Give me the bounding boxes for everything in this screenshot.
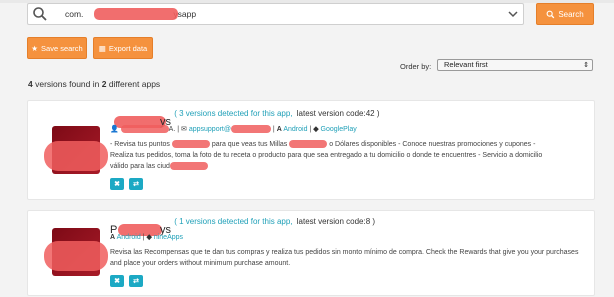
search-button[interactable]: Search xyxy=(536,3,594,25)
export-data-button[interactable]: ▦ Export data xyxy=(93,37,153,59)
search-input[interactable]: com. ysapp xyxy=(27,3,524,25)
store-link[interactable]: nineApps xyxy=(154,234,183,241)
versions-link[interactable]: ( 3 versions detected for this app, xyxy=(174,109,292,118)
table-icon: ▦ xyxy=(98,43,106,53)
search-icon xyxy=(33,7,47,21)
app-meta: A Android | ◆ nineApps xyxy=(110,234,184,241)
store-icon: ◆ xyxy=(313,126,319,133)
store-icon: ◆ xyxy=(146,234,152,241)
app-description: Revisa las Recompensas que te dan tus co… xyxy=(110,249,579,267)
remove-button[interactable]: ✖ xyxy=(110,178,124,190)
redaction-mark xyxy=(44,141,108,171)
export-data-label: Export data xyxy=(108,43,148,53)
save-search-button[interactable]: ★ Save search xyxy=(27,37,87,59)
search-icon xyxy=(546,10,555,18)
versions-link[interactable]: ( 1 versions detected for this app, xyxy=(174,217,292,226)
select-arrows-icon: ⇕ xyxy=(583,62,589,69)
platform-link[interactable]: Android xyxy=(283,126,307,133)
swap-icon: ⇄ xyxy=(133,181,139,188)
save-search-label: Save search xyxy=(41,43,83,53)
swap-icon: ⇄ xyxy=(133,278,139,285)
platform-link[interactable]: Android xyxy=(117,234,141,241)
chevron-down-icon[interactable] xyxy=(505,6,521,22)
redaction-mark xyxy=(94,8,178,20)
app-card: ys ( 3 versions detected for this app, l… xyxy=(27,100,595,200)
latest-version: latest version code:42 ) xyxy=(296,109,380,118)
app-description: - Revisa tus puntos para que veas tus Mi… xyxy=(110,140,543,171)
close-icon: ✖ xyxy=(114,278,120,285)
order-by-value: Relevant first xyxy=(444,60,488,69)
remove-button[interactable]: ✖ xyxy=(110,275,124,287)
results-summary: 4 versions found in 2 different apps xyxy=(28,79,161,89)
mail-icon: ✉ xyxy=(181,126,187,133)
android-icon: A xyxy=(276,126,282,133)
compare-button[interactable]: ⇄ xyxy=(129,178,143,190)
developer-email[interactable]: appsupport@ xyxy=(189,126,231,133)
latest-version: latest version code:8 ) xyxy=(296,217,376,226)
close-icon: ✖ xyxy=(114,181,120,188)
redaction-mark xyxy=(44,241,108,271)
store-link[interactable]: GooglePlay xyxy=(321,126,357,133)
order-by-label: Order by: xyxy=(400,62,432,71)
android-icon: A xyxy=(110,234,116,241)
compare-button[interactable]: ⇄ xyxy=(129,275,143,287)
user-icon: 👤 xyxy=(110,126,119,133)
app-card: Pys ( 1 versions detected for this app, … xyxy=(27,210,595,296)
search-button-label: Search xyxy=(558,9,584,19)
order-by-select[interactable]: Relevant first ⇕ xyxy=(437,59,593,71)
star-icon: ★ xyxy=(31,43,39,53)
app-meta: 👤 A. | ✉ appsupport@ | A Android | ◆ Goo… xyxy=(110,125,357,134)
